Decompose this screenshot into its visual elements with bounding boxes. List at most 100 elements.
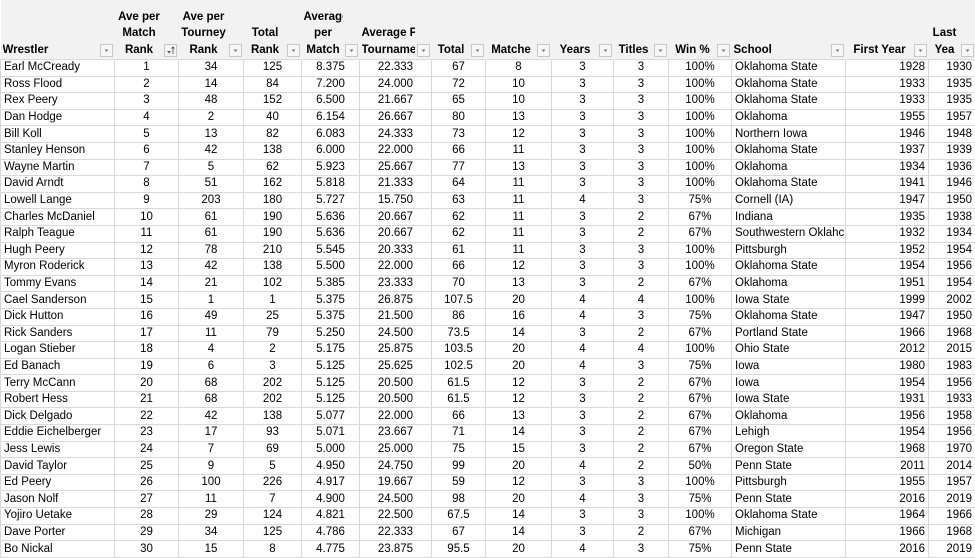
cell-years[interactable]: 4 <box>551 191 614 210</box>
cell-years[interactable]: 3 <box>551 390 614 409</box>
cell-total[interactable]: 71 <box>431 424 486 442</box>
cell-avg-match[interactable]: 4.917 <box>301 473 360 492</box>
cell-win-pct[interactable]: 75% <box>668 307 732 326</box>
cell-match-rank[interactable]: 29 <box>114 523 179 542</box>
cell-wrestler[interactable]: Logan Stieber <box>0 341 115 359</box>
cell-total[interactable]: 61 <box>431 241 486 260</box>
cell-school[interactable]: Cornell (IA) <box>731 191 846 210</box>
cell-avg-match[interactable]: 4.775 <box>301 540 360 558</box>
cell-years[interactable]: 4 <box>551 307 614 326</box>
cell-matches[interactable]: 12 <box>485 258 552 276</box>
cell-titles[interactable]: 3 <box>613 473 669 492</box>
cell-matches[interactable]: 11 <box>485 175 552 193</box>
cell-win-pct[interactable]: 100% <box>668 141 732 160</box>
cell-wrestler[interactable]: Ed Banach <box>0 357 115 376</box>
cell-tourney-rank[interactable]: 15 <box>178 540 244 558</box>
cell-school[interactable]: Oklahoma State <box>731 507 846 525</box>
cell-avg-tourney[interactable]: 24.750 <box>359 457 432 475</box>
filter-button[interactable] <box>470 44 484 57</box>
cell-titles[interactable]: 2 <box>613 374 669 392</box>
cell-first-year[interactable]: 1937 <box>845 141 929 160</box>
cell-titles[interactable]: 3 <box>613 241 669 260</box>
cell-last-year[interactable]: 1957 <box>928 473 975 492</box>
cell-win-pct[interactable]: 50% <box>668 457 732 475</box>
cell-match-rank[interactable]: 11 <box>114 224 179 243</box>
cell-school[interactable]: Lehigh <box>731 424 846 442</box>
cell-school[interactable]: Iowa <box>731 374 846 392</box>
cell-win-pct[interactable]: 67% <box>668 390 732 409</box>
cell-years[interactable]: 3 <box>551 241 614 260</box>
cell-avg-tourney[interactable]: 20.500 <box>359 374 432 392</box>
cell-total[interactable]: 102.5 <box>431 357 486 376</box>
cell-tourney-rank[interactable]: 203 <box>178 191 244 210</box>
cell-win-pct[interactable]: 100% <box>668 291 732 309</box>
cell-win-pct[interactable]: 100% <box>668 175 732 193</box>
cell-school[interactable]: Northern Iowa <box>731 125 846 143</box>
cell-last-year[interactable]: 1956 <box>928 424 975 442</box>
filter-button[interactable] <box>960 44 974 57</box>
cell-titles[interactable]: 3 <box>613 507 669 525</box>
cell-avg-match[interactable]: 4.821 <box>301 507 360 525</box>
cell-match-rank[interactable]: 23 <box>114 424 179 442</box>
cell-years[interactable]: 3 <box>551 125 614 143</box>
cell-avg-match[interactable]: 4.950 <box>301 457 360 475</box>
cell-avg-match[interactable]: 6.083 <box>301 125 360 143</box>
cell-last-year[interactable]: 1970 <box>928 440 975 459</box>
cell-matches[interactable]: 15 <box>485 440 552 459</box>
cell-matches[interactable]: 12 <box>485 125 552 143</box>
cell-avg-match[interactable]: 5.000 <box>301 440 360 459</box>
cell-total[interactable]: 73 <box>431 125 486 143</box>
cell-titles[interactable]: 3 <box>613 175 669 193</box>
cell-match-rank[interactable]: 19 <box>114 357 179 376</box>
cell-avg-match[interactable]: 5.175 <box>301 341 360 359</box>
cell-total-rank[interactable]: 202 <box>243 374 302 392</box>
cell-school[interactable]: Penn State <box>731 540 846 558</box>
cell-win-pct[interactable]: 67% <box>668 523 732 542</box>
cell-total-rank[interactable]: 180 <box>243 191 302 210</box>
cell-first-year[interactable]: 1947 <box>845 191 929 210</box>
filter-button[interactable] <box>416 44 430 57</box>
cell-avg-tourney[interactable]: 21.333 <box>359 175 432 193</box>
cell-school[interactable]: Indiana <box>731 208 846 226</box>
cell-tourney-rank[interactable]: 68 <box>178 374 244 392</box>
cell-wrestler[interactable]: Charles McDaniel <box>0 208 115 226</box>
cell-first-year[interactable]: 1966 <box>845 324 929 343</box>
cell-avg-match[interactable]: 7.200 <box>301 75 360 94</box>
cell-match-rank[interactable]: 12 <box>114 241 179 260</box>
cell-match-rank[interactable]: 3 <box>114 92 179 110</box>
cell-tourney-rank[interactable]: 61 <box>178 224 244 243</box>
cell-school[interactable]: Oklahoma State <box>731 59 846 77</box>
cell-matches[interactable]: 12 <box>485 390 552 409</box>
cell-years[interactable]: 3 <box>551 108 614 127</box>
cell-avg-tourney[interactable]: 22.000 <box>359 258 432 276</box>
cell-total-rank[interactable]: 210 <box>243 241 302 260</box>
cell-wrestler[interactable]: Hugh Peery <box>0 241 115 260</box>
cell-wrestler[interactable]: Dave Porter <box>0 523 115 542</box>
cell-matches[interactable]: 11 <box>485 208 552 226</box>
cell-tourney-rank[interactable]: 49 <box>178 307 244 326</box>
cell-years[interactable]: 4 <box>551 490 614 509</box>
cell-school[interactable]: Portland State <box>731 324 846 343</box>
cell-titles[interactable]: 3 <box>613 357 669 376</box>
cell-first-year[interactable]: 1931 <box>845 390 929 409</box>
cell-avg-tourney[interactable]: 22.000 <box>359 141 432 160</box>
cell-total-rank[interactable]: 125 <box>243 523 302 542</box>
cell-match-rank[interactable]: 8 <box>114 175 179 193</box>
cell-match-rank[interactable]: 21 <box>114 390 179 409</box>
cell-first-year[interactable]: 1928 <box>845 59 929 77</box>
cell-titles[interactable]: 3 <box>613 258 669 276</box>
cell-last-year[interactable]: 1946 <box>928 175 975 193</box>
cell-titles[interactable]: 2 <box>613 440 669 459</box>
cell-win-pct[interactable]: 100% <box>668 125 732 143</box>
cell-years[interactable]: 3 <box>551 158 614 177</box>
cell-avg-match[interactable]: 5.375 <box>301 291 360 309</box>
cell-avg-tourney[interactable]: 22.000 <box>359 407 432 426</box>
cell-first-year[interactable]: 1966 <box>845 523 929 542</box>
cell-matches[interactable]: 12 <box>485 374 552 392</box>
cell-avg-tourney[interactable]: 22.333 <box>359 59 432 77</box>
cell-school[interactable]: Iowa <box>731 357 846 376</box>
cell-total[interactable]: 66 <box>431 258 486 276</box>
cell-matches[interactable]: 13 <box>485 407 552 426</box>
cell-avg-tourney[interactable]: 22.500 <box>359 507 432 525</box>
cell-first-year[interactable]: 1934 <box>845 158 929 177</box>
